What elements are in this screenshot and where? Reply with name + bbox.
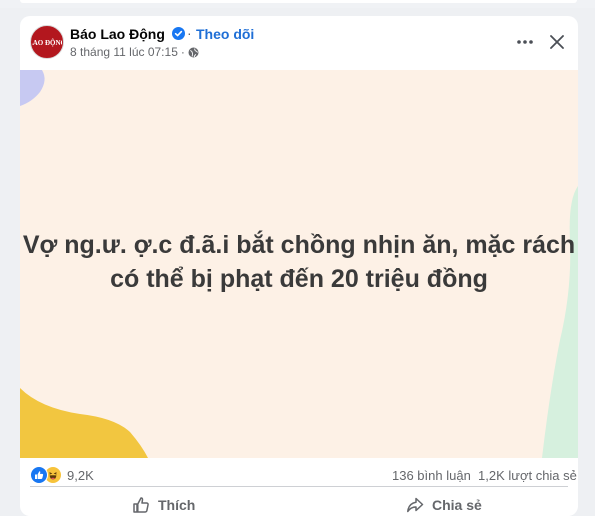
post-actions: Thích Chia sẻ bbox=[20, 490, 578, 516]
more-options-icon bbox=[517, 40, 533, 44]
like-reaction-icon bbox=[30, 466, 48, 484]
page-name[interactable]: Báo Lao Động bbox=[70, 26, 165, 42]
close-post-button[interactable] bbox=[544, 29, 570, 55]
meta-separator: · bbox=[180, 45, 185, 59]
post-text: Vợ ng.ư. ợ.c đ.ã.i bắt chồng nhịn ăn, mặ… bbox=[20, 228, 578, 296]
lao-dong-logo-icon: LAO ĐỘNG bbox=[32, 39, 62, 47]
reactions-summary[interactable]: 9,2K bbox=[30, 466, 94, 484]
post-card: LAO ĐỘNG Báo Lao Động · Theo dõi 8 tháng… bbox=[20, 16, 578, 516]
more-options-button[interactable] bbox=[512, 29, 538, 55]
follow-button[interactable]: Theo dõi bbox=[196, 26, 254, 42]
previous-post-edge bbox=[0, 0, 595, 8]
actions-divider bbox=[30, 486, 568, 487]
post-text-line-1: Vợ ng.ư. ợ.c đ.ã.i bắt chồng nhịn ăn, mặ… bbox=[22, 231, 576, 259]
page-avatar[interactable]: LAO ĐỘNG bbox=[30, 25, 64, 59]
reaction-count: 9,2K bbox=[67, 467, 94, 483]
comments-count[interactable]: 136 bình luận bbox=[392, 468, 471, 483]
shares-count[interactable]: 1,2K lượt chia sẻ bbox=[478, 468, 577, 483]
like-label: Thích bbox=[158, 497, 196, 513]
post-meta: 8 tháng 11 lúc 07:15 · bbox=[70, 45, 199, 59]
previous-card-bottom bbox=[20, 0, 577, 3]
post-header: LAO ĐỘNG Báo Lao Động · Theo dõi 8 tháng… bbox=[20, 16, 578, 70]
like-button[interactable]: Thích bbox=[132, 490, 195, 516]
share-button[interactable]: Chia sẻ bbox=[406, 490, 482, 516]
close-icon bbox=[550, 35, 564, 49]
verified-badge-icon bbox=[172, 27, 185, 40]
globe-icon bbox=[188, 47, 199, 58]
post-text-line-2: có thể bị phạt đến 20 triệu đồng bbox=[110, 265, 488, 293]
post-timestamp[interactable]: 8 tháng 11 lúc 07:15 bbox=[70, 45, 178, 59]
post-background[interactable]: Vợ ng.ư. ợ.c đ.ã.i bắt chồng nhịn ăn, mặ… bbox=[20, 70, 578, 458]
header-separator: · bbox=[187, 25, 192, 41]
share-label: Chia sẻ bbox=[432, 497, 482, 513]
svg-text:LAO ĐỘNG: LAO ĐỘNG bbox=[32, 39, 62, 47]
